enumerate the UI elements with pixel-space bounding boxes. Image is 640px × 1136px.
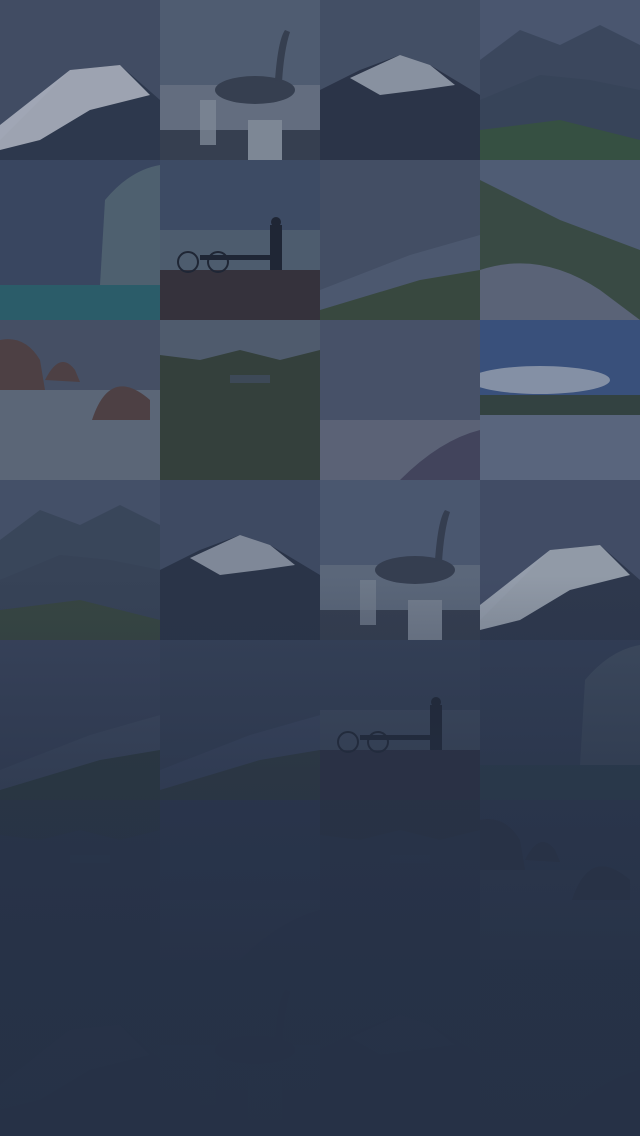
photo-tile[interactable]	[160, 800, 320, 960]
photo-tile[interactable]	[320, 160, 480, 320]
photo-tile[interactable]	[480, 320, 640, 480]
photo-tile[interactable]	[320, 320, 480, 480]
photo-tile[interactable]	[480, 480, 640, 640]
photo-thumbnail	[480, 800, 640, 960]
photo-tile[interactable]	[160, 0, 320, 160]
photo-thumbnail	[320, 960, 480, 1120]
photo-thumbnail	[480, 160, 640, 320]
photo-thumbnail	[160, 960, 320, 1120]
photo-thumbnail	[0, 960, 160, 1120]
photo-tile[interactable]	[0, 0, 160, 160]
photo-tile[interactable]	[320, 960, 480, 1120]
photo-thumbnail	[480, 960, 640, 1120]
photo-wall-screen	[0, 0, 640, 1136]
photo-tile[interactable]	[320, 480, 480, 640]
photo-thumbnail	[320, 320, 480, 480]
photo-thumbnail	[320, 640, 480, 800]
photo-thumbnail	[320, 0, 480, 160]
photo-thumbnail	[0, 640, 160, 800]
photo-tile[interactable]	[160, 320, 320, 480]
photo-thumbnail	[160, 160, 320, 320]
photo-thumbnail	[160, 0, 320, 160]
photo-tile[interactable]	[0, 160, 160, 320]
photo-thumbnail	[480, 320, 640, 480]
photo-thumbnail	[480, 0, 640, 160]
photo-tile[interactable]	[0, 320, 160, 480]
photo-tile[interactable]	[160, 960, 320, 1120]
photo-tile[interactable]	[480, 960, 640, 1120]
photo-thumbnail	[0, 480, 160, 640]
photo-tile[interactable]	[480, 160, 640, 320]
photo-tile[interactable]	[160, 480, 320, 640]
photo-thumbnail	[160, 480, 320, 640]
photo-tile[interactable]	[0, 800, 160, 960]
photo-tile[interactable]	[480, 800, 640, 960]
photo-tile[interactable]	[320, 640, 480, 800]
photo-thumbnail	[160, 800, 320, 960]
photo-tile[interactable]	[160, 640, 320, 800]
photo-thumbnail	[0, 0, 160, 160]
photo-tile[interactable]	[320, 800, 480, 960]
photo-tile[interactable]	[0, 960, 160, 1120]
photo-thumbnail	[320, 480, 480, 640]
photo-thumbnail	[0, 320, 160, 480]
photo-tile[interactable]	[480, 0, 640, 160]
photo-tile[interactable]	[160, 160, 320, 320]
photo-thumbnail	[0, 160, 160, 320]
photo-thumbnail	[480, 640, 640, 800]
photo-thumbnail	[320, 800, 480, 960]
photo-tile[interactable]	[480, 640, 640, 800]
photo-tile[interactable]	[320, 0, 480, 160]
photo-tile[interactable]	[0, 480, 160, 640]
photo-thumbnail	[480, 480, 640, 640]
photo-tile[interactable]	[0, 640, 160, 800]
photo-grid	[0, 0, 640, 1136]
photo-thumbnail	[320, 160, 480, 320]
photo-thumbnail	[160, 640, 320, 800]
photo-thumbnail	[0, 800, 160, 960]
photo-thumbnail	[160, 320, 320, 480]
